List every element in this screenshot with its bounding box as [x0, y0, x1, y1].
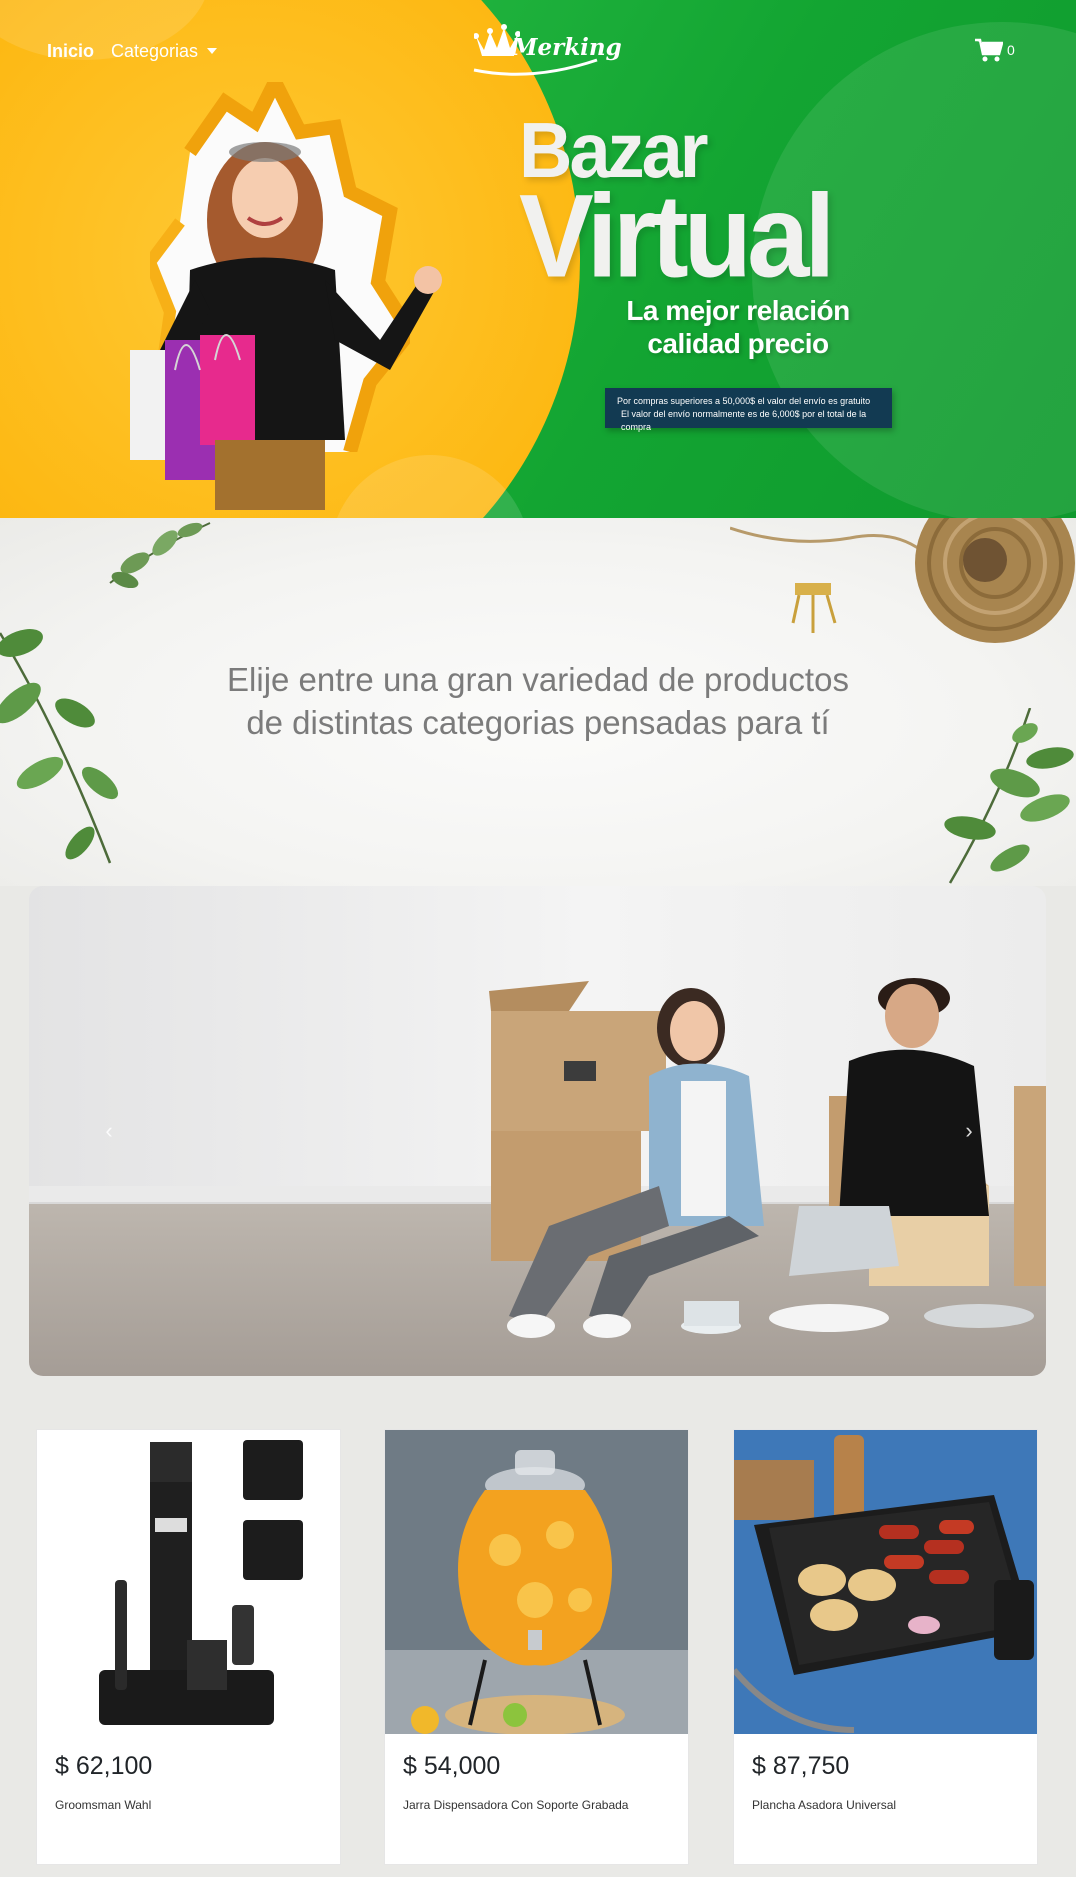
category-banner-line2: de distintas categorias pensadas para tí [246, 704, 830, 741]
carousel-next-button[interactable]: › [949, 1116, 989, 1146]
shipping-notice-line1: Por compras superiores a 50,000$ el valo… [617, 396, 871, 406]
woman-with-shopping-bags-image [130, 142, 442, 510]
nav-categories-label: Categorias [111, 41, 199, 61]
nav-home-link[interactable]: Inicio [47, 41, 94, 62]
product-name[interactable]: Jarra Dispensadora Con Soporte Grabada [403, 1798, 628, 1812]
category-banner-line1: Elije entre una gran variedad de product… [227, 661, 849, 698]
carousel-prev-button[interactable]: ‹ [89, 1116, 129, 1146]
logo-text: Merking [512, 34, 622, 61]
product-image[interactable] [734, 1430, 1037, 1734]
product-image[interactable] [385, 1430, 688, 1734]
product-name[interactable]: Plancha Asadora Universal [752, 1798, 896, 1812]
logo-swoosh [473, 58, 598, 76]
image-carousel[interactable]: ‹ › [29, 886, 1046, 1376]
product-name[interactable]: Groomsman Wahl [55, 1798, 151, 1812]
product-card[interactable]: $ 87,750 Plancha Asadora Universal [733, 1429, 1038, 1865]
shopping-cart-icon [975, 38, 1003, 62]
twine-ball-decoration [730, 518, 1075, 643]
product-price: $ 54,000 [403, 1752, 501, 1780]
category-banner-text: Elije entre una gran variedad de product… [0, 658, 1076, 744]
grill-griddle-image [734, 1430, 1037, 1734]
hero-subtitle-line2: calidad precio [647, 328, 829, 359]
cart-button[interactable]: 0 [975, 38, 1035, 64]
merking-logo[interactable]: Merking [472, 22, 622, 76]
shipping-notice: Por compras superiores a 50,000$ el valo… [605, 388, 892, 432]
hero-subtitle-line1: La mejor relación [626, 295, 850, 326]
cart-count-badge: 0 [1007, 42, 1015, 58]
caret-down-icon [207, 48, 218, 54]
shipping-notice-line2: El valor del envío normalmente es de 6,0… [621, 409, 867, 432]
juice-dispenser-image [385, 1430, 688, 1734]
product-image[interactable] [37, 1430, 340, 1734]
product-price: $ 87,750 [752, 1752, 850, 1780]
paper-clip-decoration [791, 583, 837, 633]
hair-trimmer-kit-image [37, 1430, 340, 1734]
product-card[interactable]: $ 62,100 Groomsman Wahl [36, 1429, 341, 1865]
hero-subtitle: La mejor relación calidad precio [590, 294, 886, 360]
category-banner: Elije entre una gran variedad de product… [0, 518, 1076, 886]
product-price: $ 62,100 [55, 1752, 153, 1780]
hero-banner: Inicio Categorias Merking 0 Bazar Virtua… [0, 0, 1076, 518]
product-card[interactable]: $ 54,000 Jarra Dispensadora Con Soporte … [384, 1429, 689, 1865]
hero-title-line2: Virtual [519, 170, 835, 302]
top-navbar: Inicio Categorias Merking 0 [0, 0, 1076, 100]
leaf-branch-top-left-decoration [109, 522, 211, 588]
nav-categories-dropdown[interactable]: Categorias [111, 41, 218, 62]
couple-moving-boxes-image [489, 978, 1046, 1338]
